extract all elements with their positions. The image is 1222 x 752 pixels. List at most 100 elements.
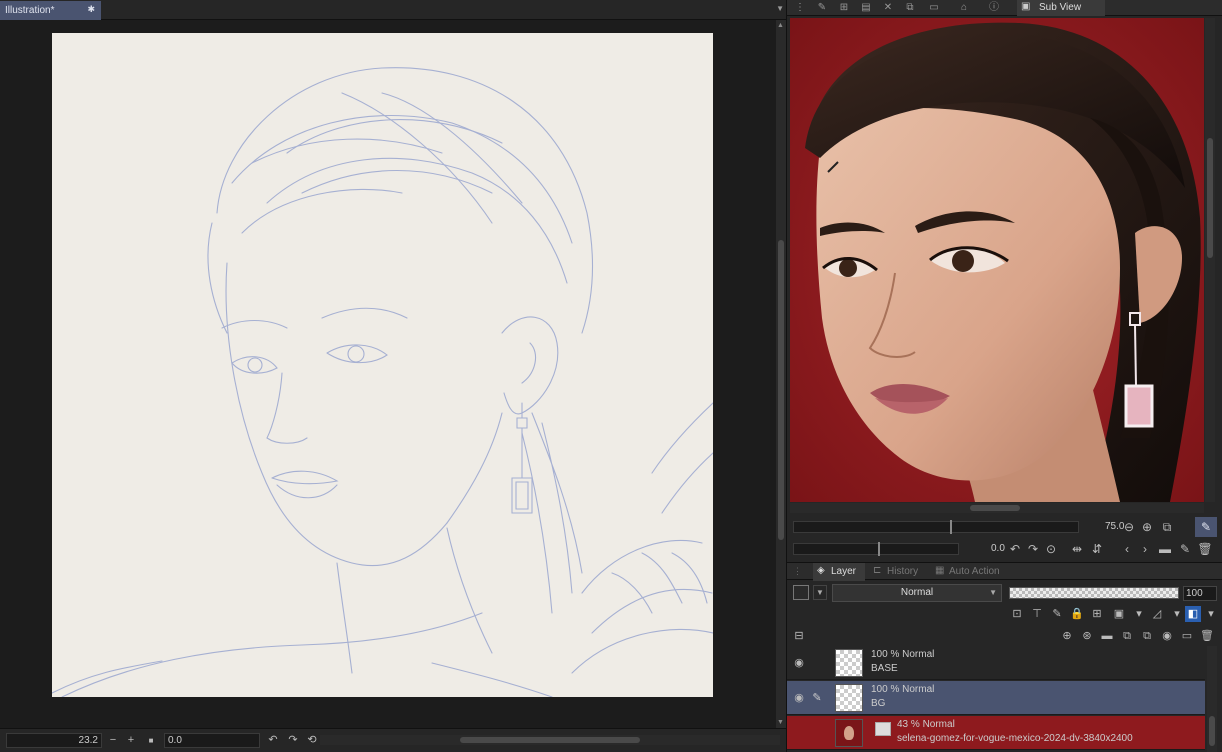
clip-studio-window: Illustration* ✱ ▼ ▲ ▼ 23.2 − + ■ 0.0 ↶ ↷… xyxy=(0,0,1222,752)
layer-menu-icon[interactable]: ⊟ xyxy=(791,628,807,644)
ruler-icon[interactable]: ◿ xyxy=(1149,606,1165,622)
tab-sub-view[interactable]: ▣ Sub View xyxy=(1017,0,1105,16)
reference-layer-icon[interactable]: ⊤ xyxy=(1029,606,1045,622)
mask-icon[interactable]: ▣ xyxy=(1111,606,1127,622)
next-image-icon[interactable]: › xyxy=(1137,541,1153,557)
draft-layer-icon[interactable]: ✎ xyxy=(1049,606,1065,622)
eyedropper-icon[interactable]: ✎ xyxy=(1195,517,1217,537)
eye-icon[interactable]: ◉ xyxy=(791,655,807,671)
rotate-left-icon[interactable]: ↶ xyxy=(266,733,280,748)
zoom-in-button[interactable]: + xyxy=(124,733,138,748)
scroll-thumb[interactable] xyxy=(778,240,784,540)
chevron-down-icon[interactable]: ▼ xyxy=(813,585,827,600)
combine-icon[interactable]: ⧉ xyxy=(1139,628,1155,644)
subview-zoom-controls: 75.0 ⊖ ⊕ ⧉ xyxy=(787,516,1222,538)
scroll-thumb[interactable] xyxy=(1209,716,1215,746)
canvas-vertical-scrollbar[interactable]: ▲ ▼ xyxy=(776,20,786,728)
rotation-field[interactable]: 0.0 xyxy=(164,733,260,748)
tab-layer[interactable]: ◈ Layer xyxy=(813,563,865,581)
chevron-down-icon[interactable]: ▾ xyxy=(1169,606,1185,622)
layer-color-swatch[interactable] xyxy=(793,585,809,600)
merge-icon[interactable]: ⧉ xyxy=(1119,628,1135,644)
subview-toolbar: ⋮ ✎ ⊞ ▤ ✕ ⧉ ▭ ⌂ ⓘ ▣ Sub View xyxy=(787,0,1222,16)
reference-photo[interactable] xyxy=(790,18,1204,502)
opacity-slider[interactable] xyxy=(1009,587,1179,599)
reset-icon[interactable]: ⊙ xyxy=(1043,541,1059,557)
layer-color-icon[interactable]: ◧ xyxy=(1185,606,1201,622)
subview-vertical-scrollbar[interactable] xyxy=(1205,18,1215,502)
lock-transparency-icon[interactable]: ⊞ xyxy=(1089,606,1105,622)
tab-menu-chevron-icon[interactable]: ▼ xyxy=(776,4,784,13)
flip-vertical-icon[interactable]: ⇵ xyxy=(1089,541,1105,557)
tab-sub-view-label: Sub View xyxy=(1039,2,1082,13)
drawing-canvas[interactable] xyxy=(52,33,713,697)
fit-view-button[interactable]: ■ xyxy=(144,733,158,748)
panel-grip-icon[interactable]: ⋮ xyxy=(793,1,807,15)
subview-horizontal-scrollbar[interactable] xyxy=(790,503,1204,513)
previous-image-icon[interactable]: ‹ xyxy=(1119,541,1135,557)
delete-layer-icon[interactable]: 🗑 xyxy=(1199,628,1215,644)
eye-icon[interactable]: ◉ xyxy=(791,690,807,706)
delete-image-icon[interactable]: 🗑 xyxy=(1197,541,1213,557)
opacity-field[interactable]: 100 xyxy=(1183,586,1217,601)
scroll-thumb[interactable] xyxy=(460,737,640,743)
layer-row-base[interactable]: ◉ 100 % Normal BASE xyxy=(787,646,1205,680)
open-folder-icon[interactable]: ▬ xyxy=(1157,541,1173,557)
navigator-icon[interactable]: ⌂ xyxy=(957,1,971,15)
canvas-area: Illustration* ✱ ▼ ▲ ▼ 23.2 − + ■ 0.0 ↶ ↷… xyxy=(0,0,786,752)
scroll-thumb[interactable] xyxy=(970,505,1020,511)
canvas-horizontal-scrollbar[interactable] xyxy=(320,735,780,745)
subview-rotate-slider[interactable] xyxy=(793,542,959,556)
edit-image-icon[interactable]: ✎ xyxy=(1177,541,1193,557)
right-panels: ⋮ ✎ ⊞ ▤ ✕ ⧉ ▭ ⌂ ⓘ ▣ Sub View 75.0 ⊖ ⊕ ⧉ … xyxy=(786,0,1222,752)
rotate-right-icon[interactable]: ↷ xyxy=(1025,541,1041,557)
slider-knob[interactable] xyxy=(878,542,880,556)
scroll-thumb[interactable] xyxy=(1207,138,1213,258)
tab-history[interactable]: ⊏ History xyxy=(869,563,927,581)
image-icon[interactable]: ▭ xyxy=(927,1,941,15)
blend-mode-select[interactable]: Normal ▼ xyxy=(832,584,1002,602)
save-icon[interactable]: ▤ xyxy=(859,1,873,15)
tab-auto-action-label: Auto Action xyxy=(949,566,1000,577)
copy-icon[interactable]: ⧉ xyxy=(903,1,917,15)
lock-icon[interactable]: 🔒 xyxy=(1069,606,1085,622)
history-icon: ⊏ xyxy=(873,565,882,576)
new-vector-layer-icon[interactable]: ⊛ xyxy=(1079,628,1095,644)
sketch-drawing xyxy=(52,67,713,697)
info-icon[interactable]: ⓘ xyxy=(987,1,1001,15)
chevron-down-icon[interactable]: ▾ xyxy=(1131,606,1147,622)
tab-close-icon[interactable]: ✱ xyxy=(87,4,95,15)
zoom-out-button[interactable]: − xyxy=(106,733,120,748)
close-icon[interactable]: ✕ xyxy=(881,1,895,15)
fit-icon[interactable]: ⧉ xyxy=(1159,519,1175,535)
new-raster-layer-icon[interactable]: ⊕ xyxy=(1059,628,1075,644)
panel-grip-icon[interactable]: ⋮ xyxy=(793,566,802,577)
layers-icon: ◈ xyxy=(817,565,825,576)
rotate-left-icon[interactable]: ↶ xyxy=(1007,541,1023,557)
scroll-up-icon[interactable]: ▲ xyxy=(777,22,784,29)
layer-thumbnail xyxy=(835,684,863,712)
flip-horizontal-icon[interactable]: ⇹ xyxy=(1069,541,1085,557)
subview-zoom-slider[interactable] xyxy=(793,520,1079,534)
reset-rotation-icon[interactable]: ⟲ xyxy=(305,733,319,748)
blend-controls: ▼ Normal ▼ 100 xyxy=(787,582,1222,604)
layer-row-reference-photo[interactable]: 43 % Normal selena-gomez-for-vogue-mexic… xyxy=(787,716,1205,750)
rotate-right-icon[interactable]: ↷ xyxy=(286,733,300,748)
document-tab[interactable]: Illustration* ✱ xyxy=(0,1,101,20)
zoom-in-icon[interactable]: ⊕ xyxy=(1139,519,1155,535)
zoom-field[interactable]: 23.2 xyxy=(6,733,102,748)
layer-name: selena-gomez-for-vogue-mexico-2024-dv-38… xyxy=(897,733,1133,744)
tab-auto-action[interactable]: ▦ Auto Action xyxy=(931,563,1011,581)
chevron-down-icon[interactable]: ▾ xyxy=(1203,606,1219,622)
add-mask-icon[interactable]: ◉ xyxy=(1159,628,1175,644)
apply-mask-icon[interactable]: ▭ xyxy=(1179,628,1195,644)
scroll-down-icon[interactable]: ▼ xyxy=(777,719,784,726)
zoom-out-icon[interactable]: ⊖ xyxy=(1121,519,1137,535)
layer-list-scrollbar[interactable] xyxy=(1207,646,1217,752)
import-icon[interactable]: ⊞ xyxy=(837,1,851,15)
layer-row-bg[interactable]: ◉ ✎ 100 % Normal BG xyxy=(787,681,1205,715)
clip-icon[interactable]: ⊡ xyxy=(1009,606,1025,622)
new-folder-icon[interactable]: ▬ xyxy=(1099,628,1115,644)
edit-icon[interactable]: ✎ xyxy=(815,1,829,15)
slider-knob[interactable] xyxy=(950,520,952,534)
